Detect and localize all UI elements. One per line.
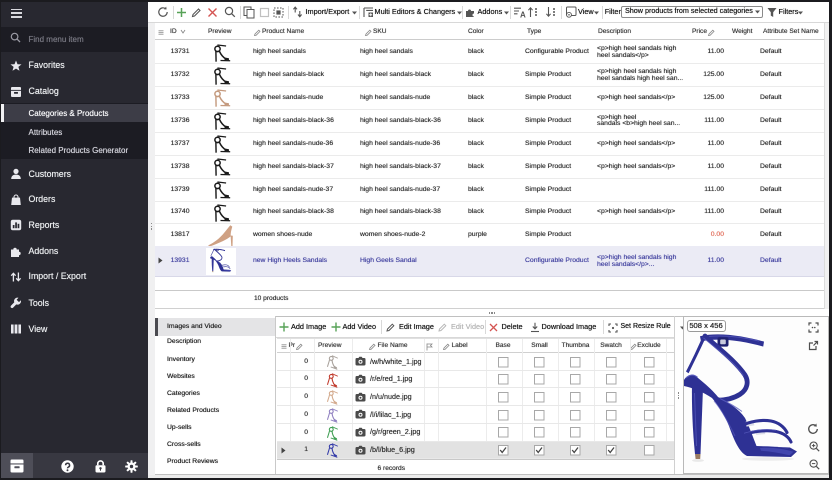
svg-text:A: A xyxy=(520,11,526,20)
